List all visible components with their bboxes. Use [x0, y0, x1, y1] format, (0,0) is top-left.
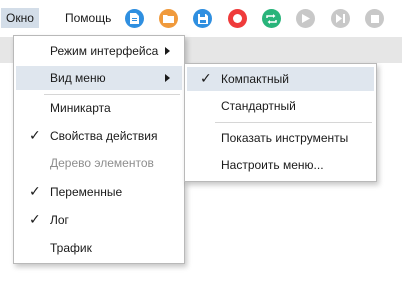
menu-separator [215, 122, 372, 123]
submenu-item-show-tools[interactable]: Показать инструменты [187, 126, 374, 150]
menu-item-traffic[interactable]: Трафик [16, 236, 182, 260]
menu-item-label: Режим интерфейса [50, 44, 159, 58]
menu-item-label: Дерево элементов [50, 156, 154, 170]
menu-item-label: Компактный [221, 72, 289, 86]
menu-item-label: Переменные [50, 185, 123, 199]
menu-item-menu-view[interactable]: Вид меню [16, 66, 182, 90]
submenu-arrow-icon [165, 74, 170, 82]
menu-item-variables[interactable]: ✓ Переменные [16, 180, 182, 204]
submenu-item-compact[interactable]: ✓ Компактный [187, 67, 374, 91]
new-document-button[interactable] [125, 9, 144, 28]
loop-icon [266, 13, 277, 24]
play-button[interactable] [296, 9, 315, 28]
open-folder-button[interactable] [159, 9, 178, 28]
menu-item-label: Лог [50, 213, 69, 227]
menu-item-log[interactable]: ✓ Лог [16, 208, 182, 232]
menu-item-action-properties[interactable]: ✓ Свойства действия [16, 124, 182, 148]
step-icon [336, 14, 345, 23]
record-icon [233, 14, 242, 23]
menu-item-label: Свойства действия [50, 129, 158, 143]
submenu-item-customize-menu[interactable]: Настроить меню... [187, 153, 374, 177]
save-button[interactable] [193, 9, 212, 28]
menu-item-label: Трафик [50, 241, 92, 255]
check-icon: ✓ [29, 183, 41, 199]
menu-help[interactable]: Помощь [60, 8, 116, 28]
menu-item-interface-mode[interactable]: Режим интерфейса [16, 39, 182, 63]
document-icon [130, 13, 139, 24]
menu-view-submenu: ✓ Компактный Стандартный Показать инстру… [184, 63, 377, 182]
check-icon: ✓ [29, 211, 41, 227]
menu-separator [44, 94, 180, 95]
check-icon: ✓ [29, 127, 41, 143]
submenu-arrow-icon [165, 47, 170, 55]
menu-bar: Окно Помощь [0, 0, 402, 36]
stop-button[interactable] [365, 9, 384, 28]
stop-icon [370, 14, 379, 23]
folder-icon [163, 15, 174, 23]
menu-item-element-tree: Дерево элементов [16, 151, 182, 175]
submenu-item-standard[interactable]: Стандартный [187, 94, 374, 118]
menu-window[interactable]: Окно [1, 8, 39, 28]
play-icon [301, 14, 310, 23]
save-icon [197, 13, 208, 24]
menu-item-label: Настроить меню... [221, 158, 324, 172]
menu-item-label: Показать инструменты [221, 131, 349, 145]
loop-button[interactable] [262, 9, 281, 28]
menu-item-minimap[interactable]: Миникарта [16, 96, 182, 120]
record-button[interactable] [228, 9, 247, 28]
window-menu: Режим интерфейса Вид меню Миникарта ✓ Св… [13, 35, 185, 264]
menu-item-label: Вид меню [50, 71, 106, 85]
check-icon: ✓ [200, 70, 212, 86]
menu-item-label: Миникарта [50, 101, 111, 115]
step-button[interactable] [331, 9, 350, 28]
menu-item-label: Стандартный [221, 99, 296, 113]
